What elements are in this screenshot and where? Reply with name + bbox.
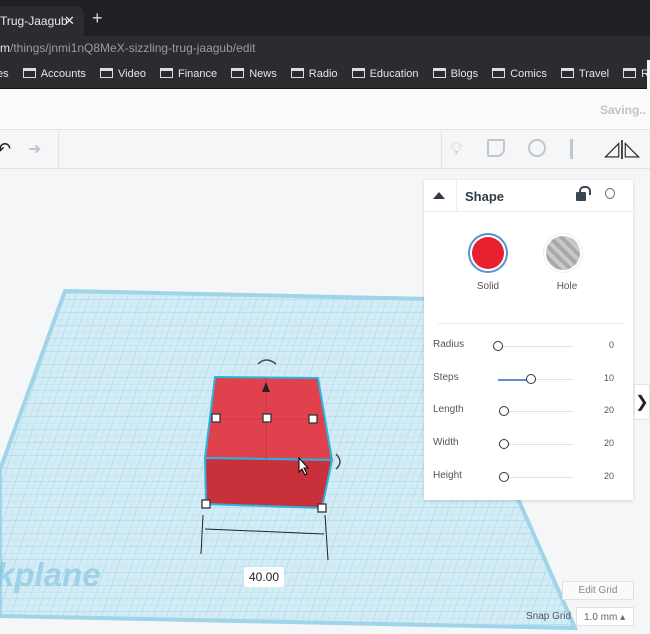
folder-icon [290,68,304,78]
bookmark-folder[interactable]: Accounts [22,68,86,80]
folder-icon [351,68,365,78]
solid-button[interactable] [468,233,508,273]
bookmark-folder[interactable]: Travel [560,68,609,80]
lightbulb-icon[interactable] [605,188,615,199]
bookmark-folder[interactable]: Video [100,68,146,80]
slider-knob[interactable] [526,374,536,384]
bookmarks-bar: es Accounts Video Finance News Radio Edu… [0,60,650,89]
folder-icon [22,68,36,78]
folder-icon [432,68,446,78]
url-host: m [0,41,10,55]
address-bar[interactable]: m/things/jnmi1nQ8MeX-sizzling-trug-jaagu… [0,36,650,60]
slider-knob[interactable] [499,472,509,482]
url-path: /things/jnmi1nQ8MeX-sizzling-trug-jaagub… [10,41,256,55]
param-steps[interactable]: Steps 10 [424,369,633,389]
collapse-triangle-icon[interactable] [433,192,445,199]
bookmark-folder[interactable]: Finance [160,68,217,80]
new-tab-button[interactable]: + [92,8,103,29]
hole-button[interactable] [546,236,580,270]
bookmark-folder[interactable]: Radio [290,68,338,80]
folder-icon [492,68,506,78]
workplane-watermark: kplane [0,556,101,593]
bookmark-folder[interactable]: Researc [623,68,650,80]
solid-label: Solid [476,281,500,292]
unlock-icon[interactable] [576,186,591,201]
app-header: Saving.. [0,89,650,130]
bookmark-folder[interactable]: Education [351,68,419,80]
align-icon[interactable] [570,139,573,159]
folder-icon [560,68,574,78]
box-shape[interactable] [203,375,334,510]
bookmark-folder[interactable]: es [0,68,9,80]
tab-title: Trug-Jaagub [0,14,68,28]
dimension-input[interactable]: 40.00 [244,567,284,587]
folder-icon [160,68,173,78]
param-length[interactable]: Length 20 [424,401,633,421]
note-icon[interactable] [487,139,505,157]
sidebar-collapse-chevron-icon[interactable]: ❯ [634,384,650,420]
bookmark-folder[interactable]: Comics [492,68,547,80]
snap-grid-select[interactable]: 1.0 mm ▴ [576,607,634,626]
close-tab-icon[interactable]: ✕ [64,13,75,29]
divider [58,131,59,169]
folder-icon [100,68,113,78]
redo-icon[interactable]: ➜ [28,139,41,159]
slider-knob[interactable] [493,341,503,351]
shape-inspector: Shape Solid Hole Radius 0 Steps 10 Length 2… [424,180,633,500]
undo-icon[interactable]: ↶ [0,139,11,160]
lightbulb-icon[interactable]: 💡︎ [450,139,463,160]
param-width[interactable]: Width 20 [424,434,633,454]
save-status: Saving.. [599,103,646,117]
edit-grid-button[interactable]: Edit Grid [562,581,634,600]
folder-icon [623,68,637,78]
param-radius[interactable]: Radius 0 [424,336,633,356]
bookmark-folder[interactable]: News [231,68,277,80]
toolbar: ↶ ➜ 💡︎ ◿|◺ [0,131,650,169]
slider-knob[interactable] [499,406,509,416]
group-icon[interactable] [528,139,546,157]
hole-label: Hole [556,281,578,292]
mirror-icon[interactable]: ◿|◺ [604,136,640,161]
browser-tab-bar: Trug-Jaagub ✕ + [0,0,650,36]
panel-title: Shape [465,189,505,204]
folder-icon [231,68,245,78]
bookmark-folder[interactable]: Blogs [432,68,478,80]
param-height[interactable]: Height 20 [424,467,633,487]
divider [441,131,442,169]
slider-knob[interactable] [499,439,509,449]
browser-tab[interactable]: Trug-Jaagub ✕ [0,6,84,36]
snap-grid-label: Snap Grid [526,611,572,622]
